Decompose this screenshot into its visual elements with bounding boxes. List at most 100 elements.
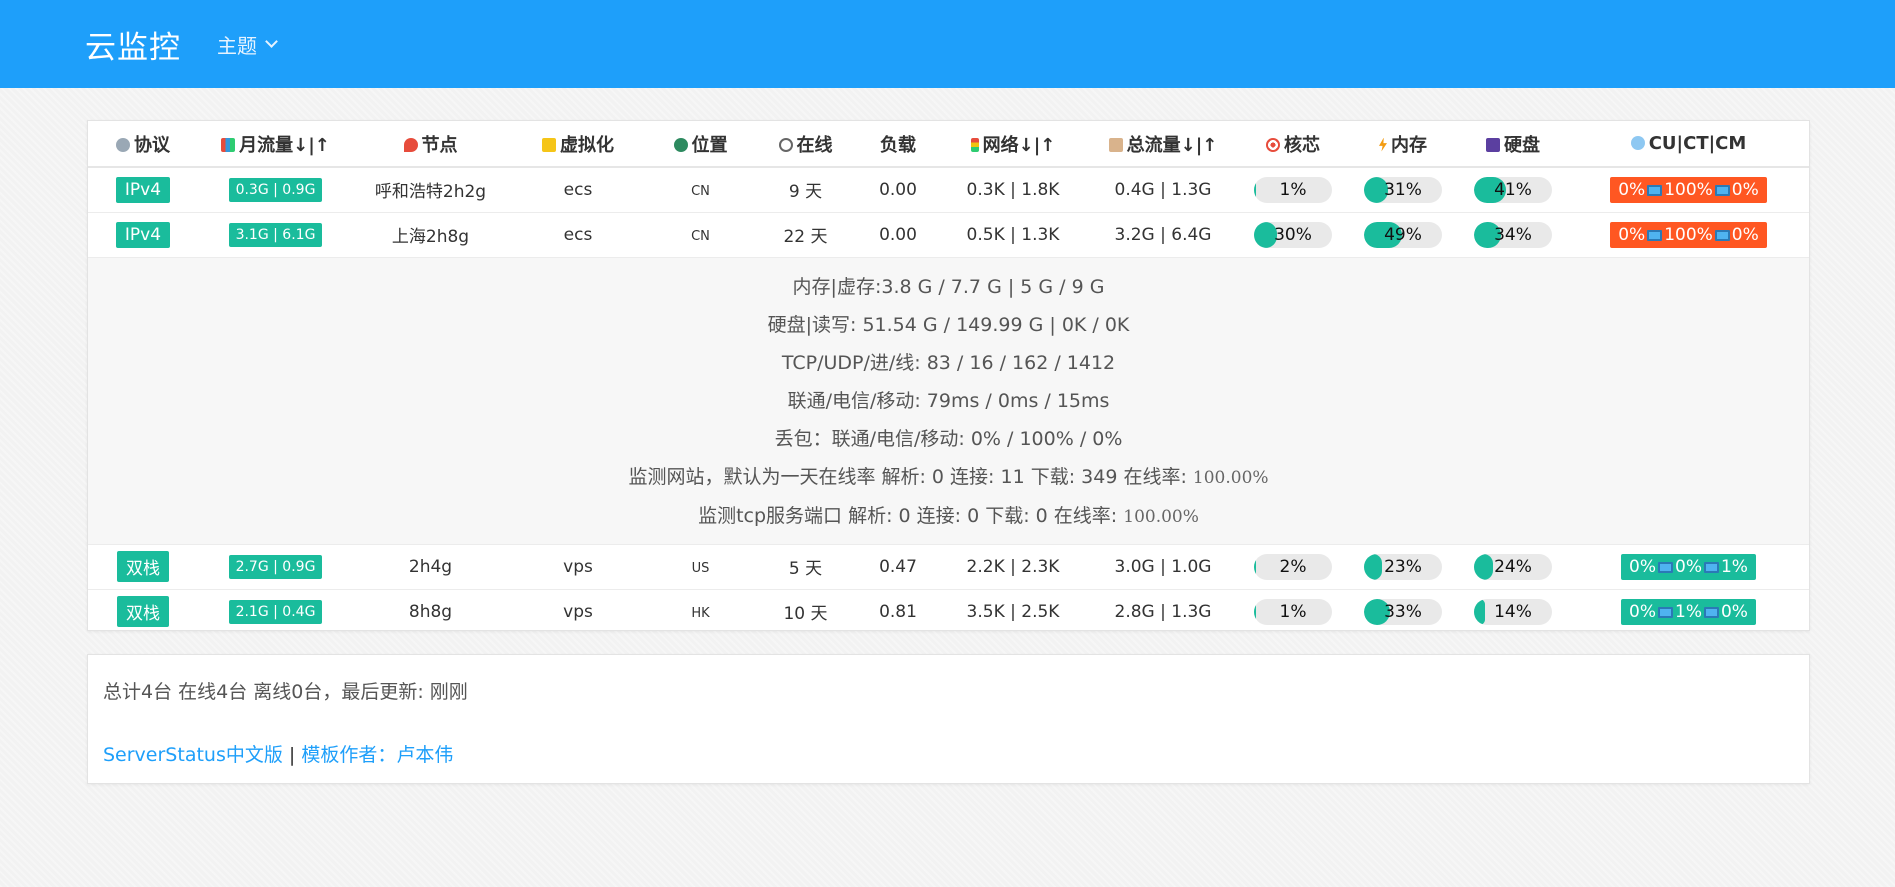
header-virt[interactable]: 虚拟化: [508, 121, 648, 168]
protocol-badge: IPv4: [115, 221, 171, 248]
server-row[interactable]: 双栈 2.7G | 0.9G 2h4g vps US 5 天 0.47 2.2K…: [88, 543, 1809, 589]
mem-value: 33%: [1384, 601, 1422, 622]
cell-total: 0.4G | 1.3G: [1088, 166, 1238, 212]
cell-ping: 0% 100% 0%: [1568, 166, 1809, 212]
cell-network: 2.2K | 2.3K: [938, 543, 1088, 589]
cell-cpu: 1%: [1238, 588, 1348, 634]
cpu-progress-bar: 1%: [1254, 598, 1332, 625]
cell-mem: 31%: [1348, 166, 1458, 212]
cell-virt: vps: [508, 588, 648, 634]
monthly-traffic-badge: 2.7G | 0.9G: [228, 554, 323, 579]
table-header-row: 协议 月流量↓|↑ 节点 虚拟化 位置 在线 负载 网络↓|↑ 总流量↓|↑ 核…: [88, 121, 1809, 168]
cell-hdd: 24%: [1458, 543, 1568, 589]
cell-monthly: 0.3G | 0.9G: [198, 166, 353, 212]
cell-node: 呼和浩特2h2g: [353, 166, 508, 212]
header-total[interactable]: 总流量↓|↑: [1088, 121, 1238, 168]
laptop-icon: [1714, 184, 1730, 196]
cell-total: 3.0G | 1.0G: [1088, 543, 1238, 589]
location-code: US: [691, 560, 710, 576]
cell-load: 0.81: [858, 588, 938, 634]
header-cpu[interactable]: 核芯: [1238, 121, 1348, 168]
header-mem[interactable]: 内存: [1348, 121, 1458, 168]
protocol-badge: 双栈: [117, 596, 169, 628]
cm-loss: 1%: [1720, 556, 1748, 577]
protocol-badge: 双栈: [117, 551, 169, 582]
cell-load: 0.00: [858, 166, 938, 212]
server-row[interactable]: IPv4 0.3G | 0.9G 呼和浩特2h2g ecs CN 9 天 0.0…: [88, 166, 1809, 212]
hdd-value: 34%: [1494, 224, 1532, 245]
laptop-icon: [1658, 606, 1673, 618]
floppy-disk-icon: [1486, 137, 1500, 152]
cpu-value: 1%: [1279, 179, 1307, 200]
server-detail-row: 内存|虚存:3.8 G / 7.7 G | 5 G / 9 G 硬盘|读写: 5…: [88, 256, 1809, 544]
server-row[interactable]: IPv4 3.1G | 6.1G 上海2h8g ecs CN 22 天 0.00…: [88, 211, 1809, 257]
globe-icon: [673, 137, 688, 152]
footer-panel: 总计4台 在线4台 离线0台，最后更新: 刚刚 ServerStatus中文版 …: [87, 654, 1810, 784]
monthly-traffic-badge: 3.1G | 6.1G: [228, 222, 323, 247]
header-hdd[interactable]: 硬盘: [1458, 121, 1568, 168]
target-icon: [1266, 137, 1280, 152]
cell-monthly: 3.1G | 6.1G: [198, 211, 353, 257]
cu-loss: 0%: [1618, 179, 1646, 200]
cpu-value: 30%: [1274, 224, 1312, 245]
detail-tcp-monitor: 监测tcp服务端口 解析: 0 连接: 0 下载: 0 在线率: 100.00%: [698, 504, 1199, 527]
server-table: 协议 月流量↓|↑ 节点 虚拟化 位置 在线 负载 网络↓|↑ 总流量↓|↑ 核…: [88, 121, 1809, 634]
bar-chart-icon: [221, 137, 236, 152]
cell-location: US: [648, 543, 753, 589]
footer-links: ServerStatus中文版 | 模板作者：卢本伟: [103, 740, 1794, 767]
cell-total: 2.8G | 1.3G: [1088, 588, 1238, 634]
cell-hdd: 34%: [1458, 211, 1568, 257]
server-table-panel: 协议 月流量↓|↑ 节点 虚拟化 位置 在线 负载 网络↓|↑ 总流量↓|↑ 核…: [87, 120, 1810, 634]
cell-mem: 33%: [1348, 588, 1458, 634]
cell-node: 8h8g: [353, 588, 508, 634]
cu-loss: 0%: [1618, 224, 1646, 245]
template-author-link[interactable]: 模板作者：卢本伟: [301, 744, 453, 766]
location-code: CN: [691, 228, 710, 244]
clipboard-icon: [1108, 137, 1123, 152]
detail-memory: 内存|虚存:3.8 G / 7.7 G | 5 G / 9 G: [792, 275, 1105, 298]
lightning-icon: [1379, 137, 1387, 152]
cell-hdd: 14%: [1458, 588, 1568, 634]
cm-loss: 0%: [1731, 179, 1759, 200]
hdd-progress-bar: 24%: [1474, 553, 1552, 580]
cell-protocol: 双栈: [88, 588, 198, 634]
cell-load: 0.00: [858, 211, 938, 257]
cell-online: 10 天: [753, 588, 858, 634]
header-online[interactable]: 在线: [753, 121, 858, 168]
mem-progress-bar: 23%: [1364, 553, 1442, 580]
theme-label: 主题: [217, 33, 257, 58]
cm-loss: 0%: [1731, 224, 1759, 245]
header-protocol[interactable]: 协议: [88, 121, 198, 168]
ct-loss: 0%: [1675, 556, 1702, 577]
header-node[interactable]: 节点: [353, 121, 508, 168]
header-monthly[interactable]: 月流量↓|↑: [198, 121, 353, 168]
cu-loss: 0%: [1629, 556, 1656, 577]
header-location[interactable]: 位置: [648, 121, 753, 168]
cell-virt: vps: [508, 543, 648, 589]
monthly-traffic-badge: 0.3G | 0.9G: [228, 177, 323, 202]
cell-monthly: 2.7G | 0.9G: [198, 543, 353, 589]
mem-progress-bar: 49%: [1364, 221, 1442, 248]
status-summary: 总计4台 在线4台 离线0台，最后更新: 刚刚: [103, 681, 468, 703]
serverstatus-link[interactable]: ServerStatus中文版: [103, 744, 283, 766]
laptop-icon: [1647, 229, 1663, 241]
cell-cpu: 2%: [1238, 543, 1348, 589]
cell-protocol: 双栈: [88, 543, 198, 589]
cpu-value: 2%: [1279, 556, 1307, 577]
header-ping[interactable]: CU|CT|CM: [1568, 121, 1809, 168]
header-load[interactable]: 负载: [858, 121, 938, 168]
link-icon: [116, 137, 130, 152]
link-separator: |: [282, 744, 302, 766]
monthly-traffic-badge: 2.1G | 0.4G: [228, 599, 323, 624]
pushpin-icon: [403, 137, 418, 152]
mem-value: 49%: [1384, 224, 1422, 245]
top-navbar: 云监控 主题: [0, 0, 1895, 88]
theme-dropdown[interactable]: 主题: [217, 30, 278, 59]
detail-website-monitor: 监测网站，默认为一天在线率 解析: 0 连接: 11 下载: 349 在线率: …: [628, 465, 1269, 488]
server-row[interactable]: 双栈 2.1G | 0.4G 8h8g vps HK 10 天 0.81 3.5…: [88, 588, 1809, 634]
brand-title[interactable]: 云监控: [85, 22, 181, 67]
header-network[interactable]: 网络↓|↑: [938, 121, 1088, 168]
cpu-progress-bar: 30%: [1254, 221, 1332, 248]
cell-network: 0.3K | 1.8K: [938, 166, 1088, 212]
ct-loss: 100%: [1664, 224, 1713, 245]
